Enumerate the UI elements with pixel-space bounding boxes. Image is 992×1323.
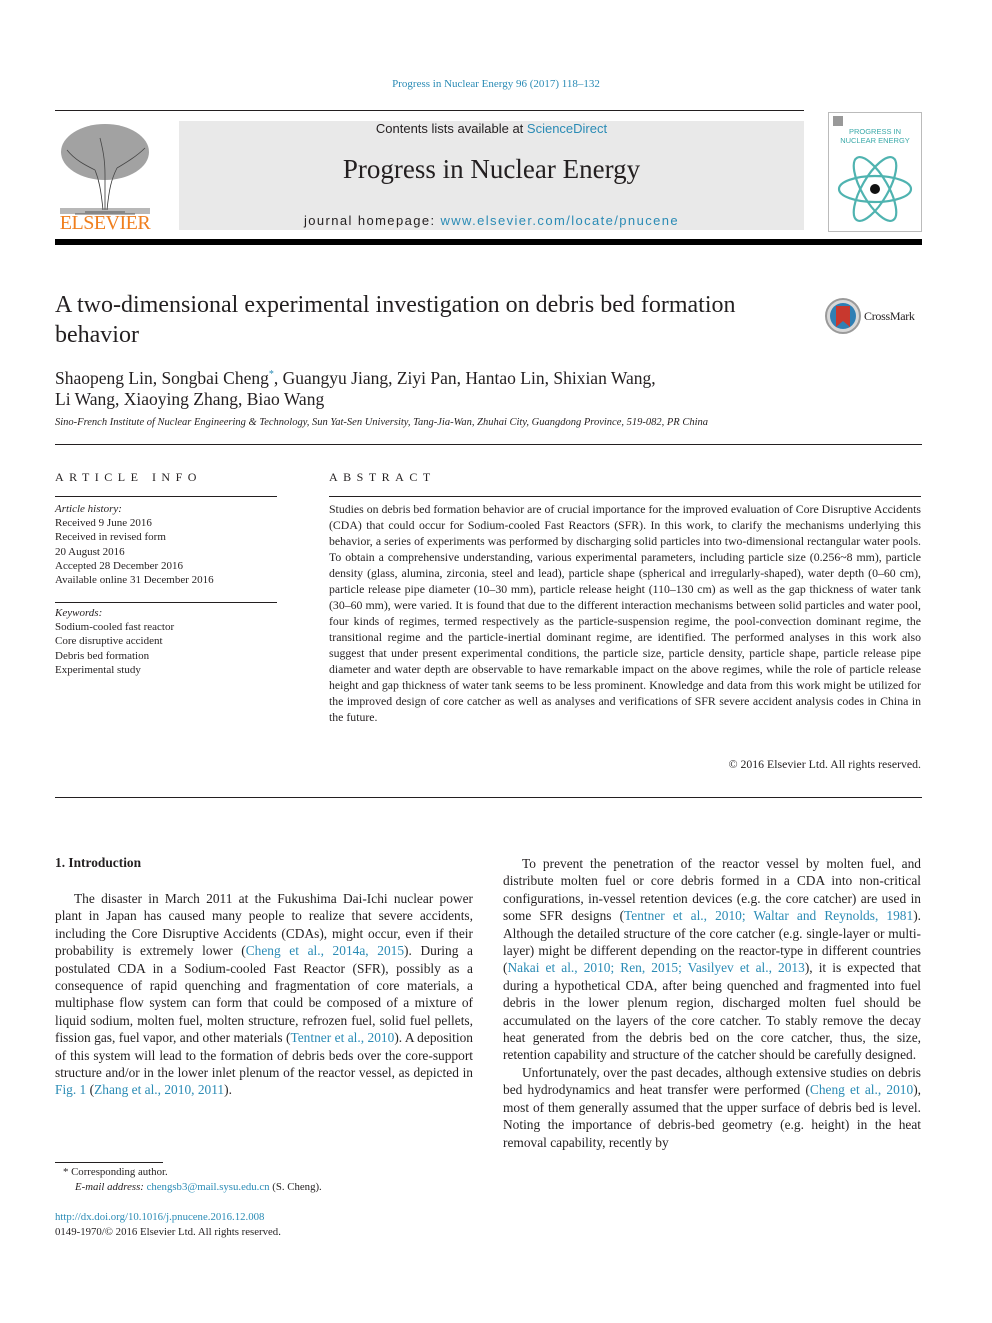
keyword-item: Experimental study xyxy=(55,663,141,676)
history-item: Received 9 June 2016 xyxy=(55,517,152,530)
intro-paragraph-1: The disaster in March 2011 at the Fukush… xyxy=(55,890,473,1099)
paragraph-text: ( xyxy=(86,1082,95,1098)
author-list: Shaopeng Lin, Songbai Cheng*, Guangyu Ji… xyxy=(55,364,815,410)
article-info-heading: ARTICLE INFO xyxy=(55,470,202,484)
sciencedirect-link[interactable]: ScienceDirect xyxy=(527,121,607,136)
paragraph-text: ). xyxy=(224,1082,232,1098)
article-history-label: Article history: xyxy=(55,503,122,515)
keyword-item: Sodium-cooled fast reactor xyxy=(55,621,175,634)
journal-homepage: journal homepage: www.elsevier.com/locat… xyxy=(179,213,804,228)
article-history: Article history: Received 9 June 2016 Re… xyxy=(55,502,277,587)
citation-link[interactable]: Cheng et al., 2014a, 2015 xyxy=(246,943,404,958)
history-item: 20 August 2016 xyxy=(55,545,125,558)
journal-reference-link[interactable]: Progress in Nuclear Energy 96 (2017) 118… xyxy=(0,78,992,90)
authors-part: Li Wang, Xiaoying Zhang, Biao Wang xyxy=(55,388,325,409)
header-bottom-rule xyxy=(55,239,922,245)
affiliation-divider xyxy=(55,444,922,445)
header-top-rule xyxy=(55,110,804,111)
elsevier-wordmark: ELSEVIER xyxy=(59,212,151,234)
email-link[interactable]: chengsb3@mail.sysu.edu.cn xyxy=(147,1181,270,1193)
article-title: A two-dimensional experimental investiga… xyxy=(55,292,736,348)
keywords-label: Keywords: xyxy=(55,607,103,619)
keywords-rule xyxy=(55,602,277,603)
issn-copyright: 0149-1970/© 2016 Elsevier Ltd. All right… xyxy=(55,1226,281,1238)
abstract-heading: ABSTRACT xyxy=(329,470,436,484)
crossmark-button[interactable]: CrossMark xyxy=(824,297,924,335)
crossmark-icon xyxy=(825,298,861,334)
keyword-item: Debris bed formation xyxy=(55,649,150,662)
history-item: Received in revised form xyxy=(55,531,166,544)
email-suffix: (S. Cheng). xyxy=(269,1181,322,1193)
citation-link[interactable]: Tentner et al., 2010; Waltar and Reynold… xyxy=(624,908,913,923)
cover-title-line: PROGRESS IN xyxy=(848,127,902,136)
atom-icon xyxy=(837,156,913,222)
contents-prefix: Contents lists available at xyxy=(375,121,527,136)
footnote-marker: * xyxy=(63,1166,69,1178)
footnote: * Corresponding author. E-mail address: … xyxy=(55,1165,405,1195)
doi-block: http://dx.doi.org/10.1016/j.pnucene.2016… xyxy=(55,1210,281,1240)
abstract-text: Studies on debris bed formation behavior… xyxy=(329,502,921,724)
intro-paragraph-3: Unfortunately, over the past decades, al… xyxy=(503,1064,921,1151)
crossmark-label: CrossMark xyxy=(864,309,915,323)
homepage-prefix: journal homepage: xyxy=(303,213,441,228)
keyword-item: Core disruptive accident xyxy=(55,635,163,648)
citation-link[interactable]: Fig. 1 xyxy=(55,1082,86,1097)
history-item: Available online 31 December 2016 xyxy=(55,574,214,587)
footnote-rule xyxy=(55,1162,163,1163)
doi-link[interactable]: http://dx.doi.org/10.1016/j.pnucene.2016… xyxy=(55,1210,281,1225)
article-info-rule xyxy=(55,496,277,497)
cover-title: PROGRESS IN NUCLEAR ENERGY xyxy=(829,127,921,145)
corresponding-author-text: Corresponding author. xyxy=(71,1166,168,1178)
intro-paragraph-2: To prevent the penetration of the reacto… xyxy=(503,855,921,1064)
corresponding-author-note: * Corresponding author. xyxy=(55,1165,405,1180)
journal-title: Progress in Nuclear Energy xyxy=(342,154,641,184)
history-item: Accepted 28 December 2016 xyxy=(55,559,183,572)
elsevier-mini-logo-icon xyxy=(833,116,843,126)
contents-availability: Contents lists available at ScienceDirec… xyxy=(179,121,804,136)
citation-link[interactable]: Zhang et al., 2010, 2011 xyxy=(94,1082,224,1097)
paragraph-text: ), it is expected that during a hypothet… xyxy=(503,960,921,1063)
citation-link[interactable]: Tentner et al., 2010 xyxy=(290,1030,394,1045)
authors-part: Shaopeng Lin, Songbai Cheng xyxy=(55,367,269,388)
authors-part: , Guangyu Jiang, Ziyi Pan, Hantao Lin, S… xyxy=(273,367,656,388)
abstract-bottom-divider xyxy=(55,797,922,798)
affiliation: Sino-French Institute of Nuclear Enginee… xyxy=(55,417,708,428)
cover-title-line: NUCLEAR ENERGY xyxy=(840,136,910,145)
body-column-left: The disaster in March 2011 at the Fukush… xyxy=(55,890,473,1099)
homepage-link[interactable]: www.elsevier.com/locate/pnucene xyxy=(440,213,679,228)
abstract-rule xyxy=(329,496,921,497)
citation-link[interactable]: Cheng et al., 2010 xyxy=(810,1082,913,1097)
keywords: Keywords: Sodium-cooled fast reactor Cor… xyxy=(55,606,277,677)
email-note: E-mail address: chengsb3@mail.sysu.edu.c… xyxy=(55,1180,405,1195)
citation-link[interactable]: Nakai et al., 2010; Ren, 2015; Vasilyev … xyxy=(507,960,804,975)
body-column-right: To prevent the penetration of the reacto… xyxy=(503,855,921,1151)
email-label: E-mail address: xyxy=(75,1181,147,1193)
introduction-heading: 1. Introduction xyxy=(55,855,142,870)
abstract-copyright: © 2016 Elsevier Ltd. All rights reserved… xyxy=(728,757,921,771)
journal-cover-thumbnail[interactable]: PROGRESS IN NUCLEAR ENERGY xyxy=(828,112,922,232)
